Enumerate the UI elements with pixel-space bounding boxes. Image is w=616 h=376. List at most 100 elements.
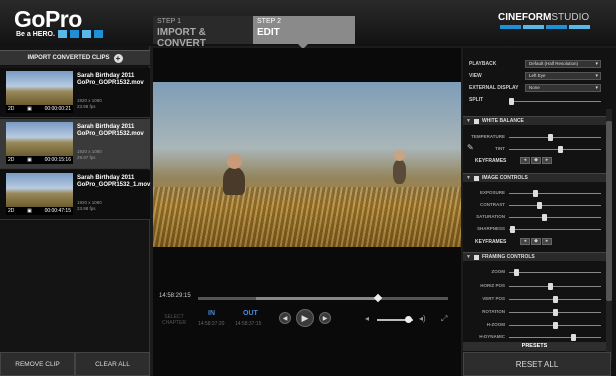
contrast-slider[interactable] xyxy=(509,202,601,209)
timeline-track[interactable] xyxy=(198,293,448,303)
vert-pos-slider[interactable] xyxy=(509,296,601,303)
sharpness-label: SHARPNESS xyxy=(476,226,505,231)
view-select[interactable]: Left Eye xyxy=(525,72,601,80)
horiz-pos-slider[interactable] xyxy=(509,283,601,290)
horiz-pos-label: HORIZ POS xyxy=(480,283,505,288)
brand-bar xyxy=(500,25,521,29)
saturation-slider[interactable] xyxy=(509,214,601,221)
vert-pos-knob[interactable] xyxy=(553,296,558,303)
video-child-head xyxy=(394,150,405,161)
clip-meta: 1920 x 1080 23.98 fps xyxy=(77,98,102,110)
exposure-knob[interactable] xyxy=(532,190,538,197)
collapse-arrow-icon: ▼ xyxy=(466,254,471,260)
keyframe-add-button[interactable]: ◆ xyxy=(531,238,541,245)
out-label[interactable]: OUT xyxy=(243,310,258,317)
rotation-knob[interactable] xyxy=(553,309,558,316)
in-value: 14:58:27:20 xyxy=(198,321,225,327)
clip-item-selected[interactable]: 2D ▣ 00:00:15:16 Sarah Birthday 2011 GoP… xyxy=(0,119,150,169)
framing-controls-title: FRAMING CONTROLS xyxy=(481,254,535,260)
external-display-select[interactable]: None xyxy=(525,84,601,92)
volume-slider[interactable] xyxy=(377,316,413,323)
temperature-label: TEMPERATURE xyxy=(471,134,505,139)
tab-import-convert[interactable]: STEP 1 IMPORT & CONVERT xyxy=(153,16,253,49)
framing-controls-header[interactable]: ▼ FRAMING CONTROLS xyxy=(463,252,606,261)
brand-suffix: STUDIO xyxy=(551,12,590,23)
keyframe-next-button[interactable]: ▸ xyxy=(542,157,552,164)
clip-thumbnail xyxy=(6,173,73,207)
in-label[interactable]: IN xyxy=(208,310,215,317)
zoom-slider[interactable] xyxy=(509,269,601,276)
volume-high-icon[interactable]: ◂) xyxy=(419,314,426,323)
remove-clip-button[interactable]: REMOVE CLIP xyxy=(0,352,75,376)
play-button[interactable]: ▶ xyxy=(296,309,314,327)
clip-thumb-bar: 2D ▣ 00:00:47:15 xyxy=(6,207,73,215)
volume-knob[interactable] xyxy=(404,316,412,323)
tab-edit[interactable]: STEP 2 EDIT xyxy=(253,16,355,44)
video-frame[interactable] xyxy=(153,82,461,247)
clear-all-button[interactable]: CLEAR ALL xyxy=(75,352,150,376)
contrast-knob[interactable] xyxy=(537,202,543,209)
camera-icon: ▣ xyxy=(27,106,32,112)
keyframe-next-button[interactable]: ▸ xyxy=(542,238,552,245)
image-controls-checkbox[interactable] xyxy=(473,175,479,181)
reset-all-button[interactable]: RESET ALL xyxy=(463,352,611,376)
white-balance-title: WHITE BALANCE xyxy=(481,118,524,124)
sharpness-slider[interactable] xyxy=(509,226,601,233)
import-label: IMPORT CONVERTED CLIPS xyxy=(27,55,110,61)
clip-name: Sarah Birthday 2011 GoPro_GOPR1532.mov xyxy=(77,73,144,86)
h-zoom-knob[interactable] xyxy=(553,322,558,329)
volume-low-icon[interactable]: ◂ xyxy=(365,314,369,323)
sharpness-knob[interactable] xyxy=(509,226,515,233)
clip-thumb-bar: 2D ▣ 00:00:15:16 xyxy=(6,156,73,164)
brand-bar xyxy=(569,25,590,29)
clip-item[interactable]: 2D ▣ 00:00:00:21 Sarah Birthday 2011 GoP… xyxy=(0,68,150,118)
panel-scrollbar[interactable] xyxy=(606,109,612,361)
horiz-pos-knob[interactable] xyxy=(548,283,554,290)
rotation-slider[interactable] xyxy=(509,309,601,316)
video-player: 14:58:29:15 SELECT CHAPTER IN 14:58:27:2… xyxy=(153,48,461,376)
keyframe-add-button[interactable]: ◆ xyxy=(531,157,541,164)
playback-select[interactable]: Default (Half Resolution) xyxy=(525,60,601,68)
temperature-slider[interactable] xyxy=(509,134,601,141)
tagline-square-icon xyxy=(81,30,91,38)
clip-item[interactable]: 2D ▣ 00:00:47:15 Sarah Birthday 2011 GoP… xyxy=(0,170,150,220)
split-slider[interactable] xyxy=(509,98,601,105)
image-controls-header[interactable]: ▼ IMAGE CONTROLS xyxy=(463,173,606,182)
step2-number: STEP 2 xyxy=(257,18,281,25)
gopro-logo: GoPro xyxy=(14,6,82,32)
clip-fps: 29.97 fps xyxy=(77,155,96,160)
saturation-knob[interactable] xyxy=(541,214,547,221)
h-dynamic-knob[interactable] xyxy=(571,334,577,341)
exposure-slider[interactable] xyxy=(509,190,601,197)
play-icon: ▶ xyxy=(301,312,309,323)
previous-frame-button[interactable]: ◀ xyxy=(279,312,291,324)
tagline-square-icon xyxy=(69,30,79,38)
white-balance-header[interactable]: ▼ WHITE BALANCE xyxy=(463,116,606,125)
playhead-handle[interactable] xyxy=(373,293,383,303)
h-dynamic-slider[interactable] xyxy=(509,334,601,341)
step1-label: IMPORT & CONVERT xyxy=(157,27,206,49)
keyframes-label: KEYFRAMES xyxy=(475,158,507,164)
fullscreen-icon[interactable]: ⤢ xyxy=(441,314,447,324)
import-converted-clips-button[interactable]: IMPORT CONVERTED CLIPS + xyxy=(0,50,150,66)
camera-icon: ▣ xyxy=(27,157,32,163)
split-knob[interactable] xyxy=(509,98,514,105)
zoom-knob[interactable] xyxy=(514,269,520,276)
timeline: 14:58:29:15 xyxy=(153,292,461,304)
white-balance-checkbox[interactable] xyxy=(473,118,479,124)
scrollbar-thumb[interactable] xyxy=(606,121,612,301)
framing-controls-checkbox[interactable] xyxy=(473,254,479,260)
tint-slider[interactable] xyxy=(509,146,601,153)
app-window: GoPro Be a HERO. STEP 1 IMPORT & CONVERT… xyxy=(0,0,616,376)
video-child-figure xyxy=(393,160,406,184)
next-frame-button[interactable]: ▶ xyxy=(319,312,331,324)
tint-knob[interactable] xyxy=(557,146,563,153)
presets-button[interactable]: PRESETS xyxy=(463,342,606,351)
h-zoom-label: H-ZOOM xyxy=(486,322,505,327)
h-zoom-slider[interactable] xyxy=(509,322,601,329)
clip-mode: 2D xyxy=(8,208,15,214)
brand-bar xyxy=(546,25,567,29)
temperature-knob[interactable] xyxy=(548,134,554,141)
keyframe-prev-button[interactable]: ◂ xyxy=(520,238,530,245)
keyframe-prev-button[interactable]: ◂ xyxy=(520,157,530,164)
